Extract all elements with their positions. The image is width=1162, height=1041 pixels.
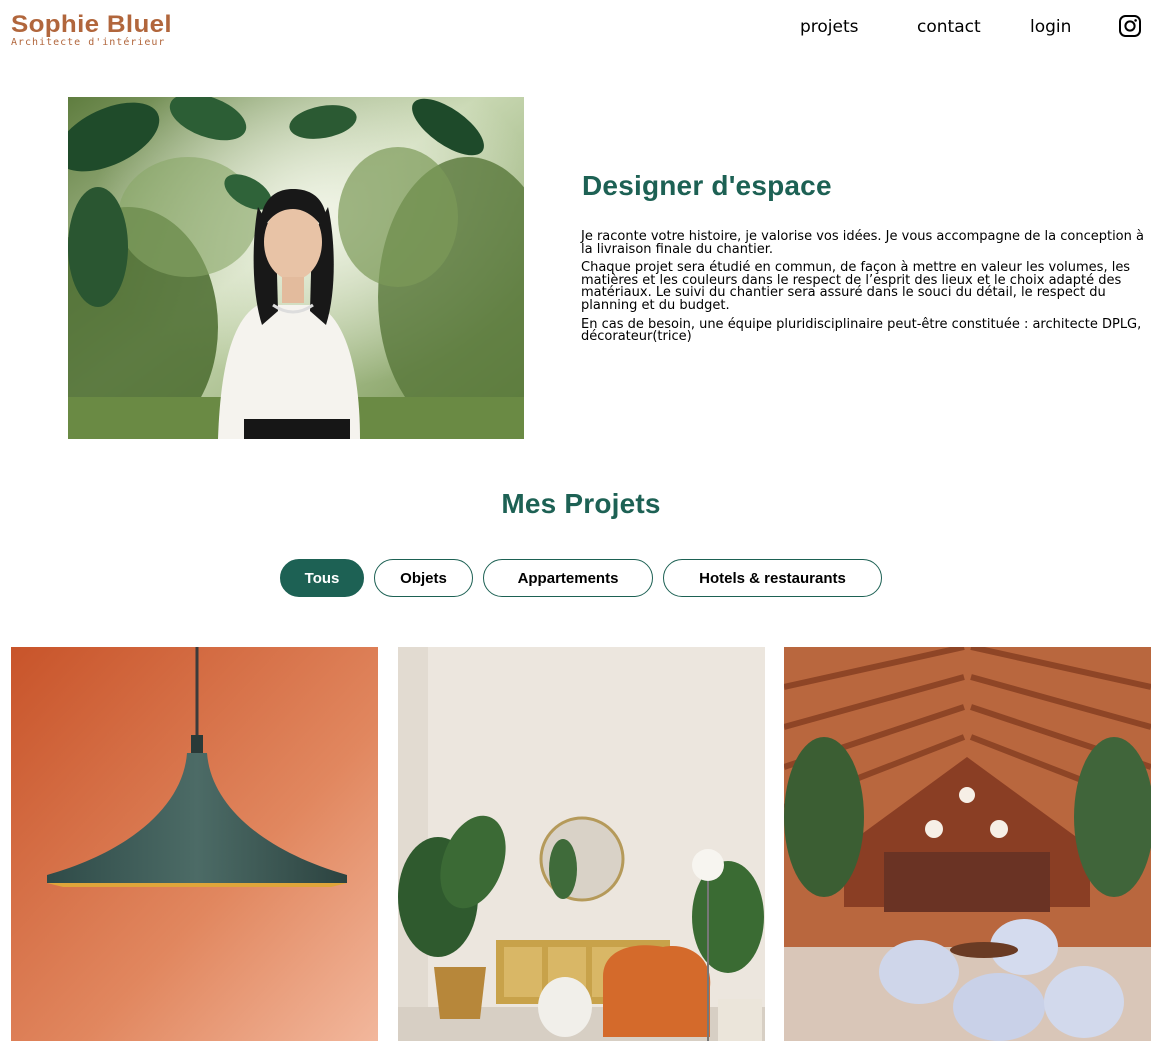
restaurant-photo[interactable] [784, 647, 1151, 1041]
portrait-photo [68, 97, 524, 439]
intro-title: Designer d'espace [582, 170, 832, 201]
nav-link-contact[interactable]: contact [917, 16, 981, 38]
projects-title: Mes Projets [501, 488, 661, 519]
intro-paragraph: Je raconte votre histoire, je valorise v… [581, 229, 1144, 257]
filter-button-tous[interactable]: Tous [280, 559, 364, 597]
main-nav: projets contact login [0, 16, 1162, 40]
intro-paragraph: En cas de besoin, une équipe pluridiscip… [581, 316, 1142, 345]
filter-button-appartements[interactable]: Appartements [483, 559, 653, 597]
nav-link-login[interactable]: login [1030, 16, 1071, 38]
intro-text: Je raconte votre histoire, je valorise v… [581, 229, 1153, 350]
filter-button-hotels-restaurants[interactable]: Hotels & restaurants [663, 559, 882, 597]
instagram-icon[interactable] [1118, 14, 1142, 38]
filter-button-objets[interactable]: Objets [374, 559, 473, 597]
intro-paragraph: Chaque projet sera étudié en commun, de … [581, 260, 1131, 313]
pendant-lamp-photo[interactable] [11, 647, 378, 1041]
nav-link-projets[interactable]: projets [800, 16, 859, 38]
page: Sophie Bluel Architecte d'intérieur proj… [0, 0, 1162, 1041]
living-room-photo[interactable] [398, 647, 765, 1041]
